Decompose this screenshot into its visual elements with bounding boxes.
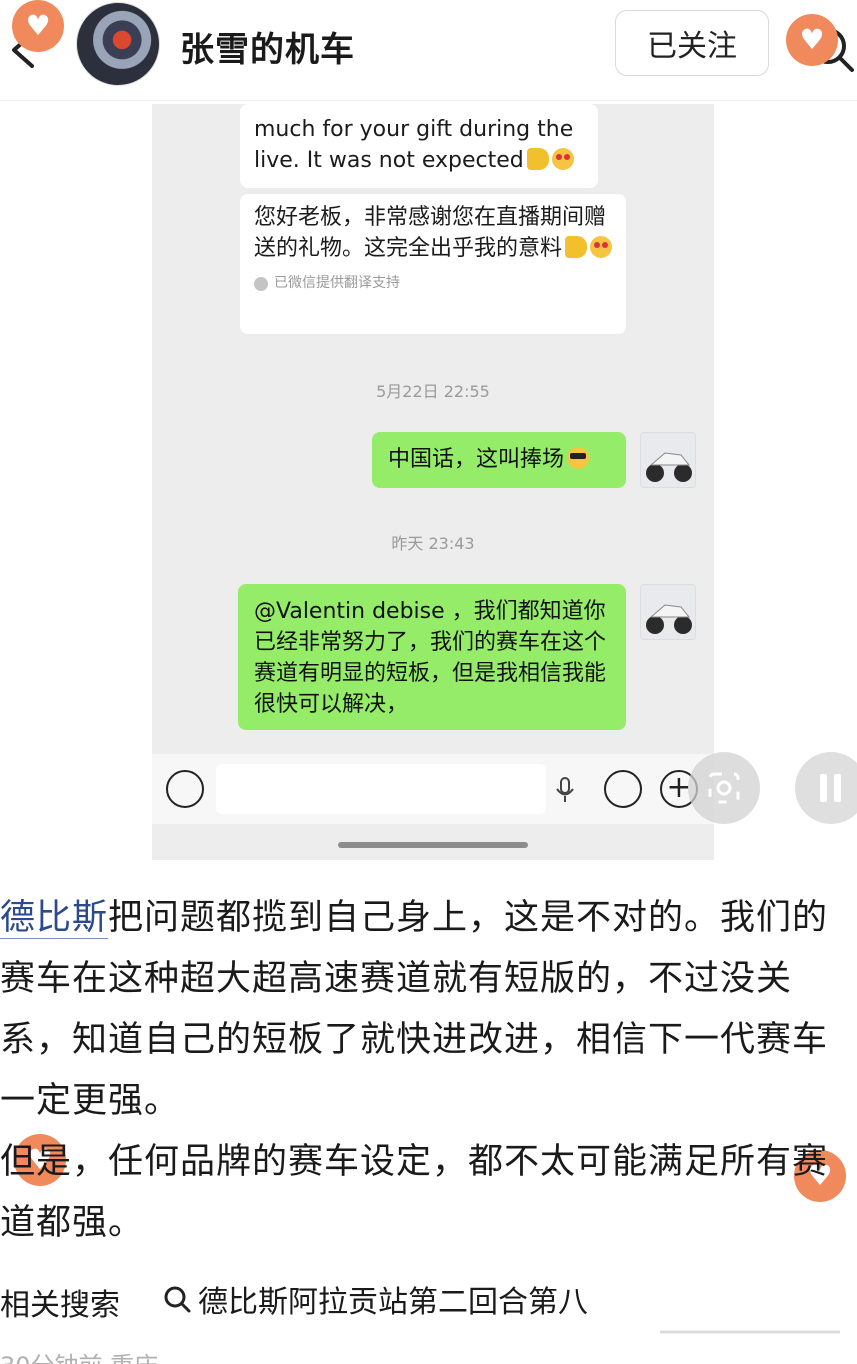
motorcycle-avatar[interactable] <box>640 432 696 488</box>
sunglasses-emoji-icon <box>567 447 590 469</box>
message-input[interactable] <box>216 764 546 814</box>
emoji-icon[interactable] <box>604 770 642 808</box>
heart-eyes-emoji-icon <box>551 148 574 170</box>
timestamp: 5月22日 22:55 <box>376 382 490 401</box>
microphone-icon[interactable] <box>554 776 576 804</box>
message-translation: 您好老板，非常感谢您在直播期间赠送的礼物。这完全出乎我的意料 已微信提供翻译支持 <box>240 194 626 334</box>
more-lines-icon[interactable] <box>660 1322 840 1342</box>
related-searches: 相关搜索 德比斯阿拉贡站第二回合第八 <box>0 1276 857 1323</box>
message-english-text: much for your gift during the live. It w… <box>254 117 574 173</box>
related-search-chip[interactable]: 德比斯阿拉贡站第二回合第八 <box>162 1276 588 1322</box>
chat-screenshot[interactable]: much for your gift during the live. It w… <box>152 104 714 860</box>
reply-message-text: 中国话，这叫捧场 <box>388 447 565 472</box>
post-paragraph: 德比斯把问题都揽到自己身上，这是不对的。我们的赛车在这种超大超高速赛道就有短版的… <box>0 888 857 1132</box>
pause-icon[interactable] <box>795 752 857 824</box>
flexed-arm-emoji-icon <box>565 236 588 258</box>
motorcycle-avatar[interactable] <box>640 584 696 640</box>
voice-icon[interactable] <box>166 770 204 808</box>
reply-message: @Valentin debise ，我们都知道你已经非常努力了，我们的赛车在这个… <box>238 584 626 730</box>
flexed-arm-emoji-icon <box>526 148 549 170</box>
heart-eyes-emoji-icon <box>590 236 613 258</box>
home-indicator <box>338 842 528 848</box>
follow-button[interactable]: 已关注 <box>615 10 769 76</box>
related-search-text: 德比斯阿拉贡站第二回合第八 <box>198 1285 588 1320</box>
message-translation-text: 您好老板，非常感谢您在直播期间赠送的礼物。这完全出乎我的意料 <box>254 205 607 261</box>
search-icon <box>164 1286 191 1313</box>
timestamp: 昨天 23:43 <box>391 534 475 553</box>
header-divider <box>0 100 857 101</box>
top-bar: 张雪的机车 已关注 <box>0 0 857 100</box>
post-meta: 30分钟前 重庆 <box>0 1346 158 1364</box>
topic-link[interactable]: 德比斯 <box>0 898 109 939</box>
avatar[interactable] <box>76 2 160 86</box>
translate-note-text: 已微信提供翻译支持 <box>274 275 400 291</box>
reply-message-text: @Valentin debise ，我们都知道你已经非常努力了，我们的赛车在这个… <box>254 599 607 717</box>
heart-sticker-icon: ♥ <box>786 14 838 66</box>
heart-sticker-icon: ♥ <box>12 0 64 52</box>
translate-note: 已微信提供翻译支持 <box>254 268 612 299</box>
chat-input-bar: + <box>152 754 714 824</box>
message-english: much for your gift during the live. It w… <box>240 104 598 188</box>
post-body: 德比斯把问题都揽到自己身上，这是不对的。我们的赛车在这种超大超高速赛道就有短版的… <box>0 888 857 1254</box>
motorcycle-icon <box>646 452 692 482</box>
scan-icon[interactable] <box>688 752 760 824</box>
reply-message: 中国话，这叫捧场 <box>372 432 626 488</box>
post-paragraph: 但是，任何品牌的赛车设定，都不太可能满足所有赛道都强。 <box>0 1142 829 1243</box>
related-label: 相关搜索 <box>0 1288 120 1323</box>
post-paragraph-text: 把问题都揽到自己身上，这是不对的。我们的赛车在这种超大超高速赛道就有短版的，不过… <box>0 898 829 1121</box>
author-name[interactable]: 张雪的机车 <box>180 22 355 71</box>
motorcycle-icon <box>646 604 692 634</box>
check-icon <box>254 276 268 291</box>
